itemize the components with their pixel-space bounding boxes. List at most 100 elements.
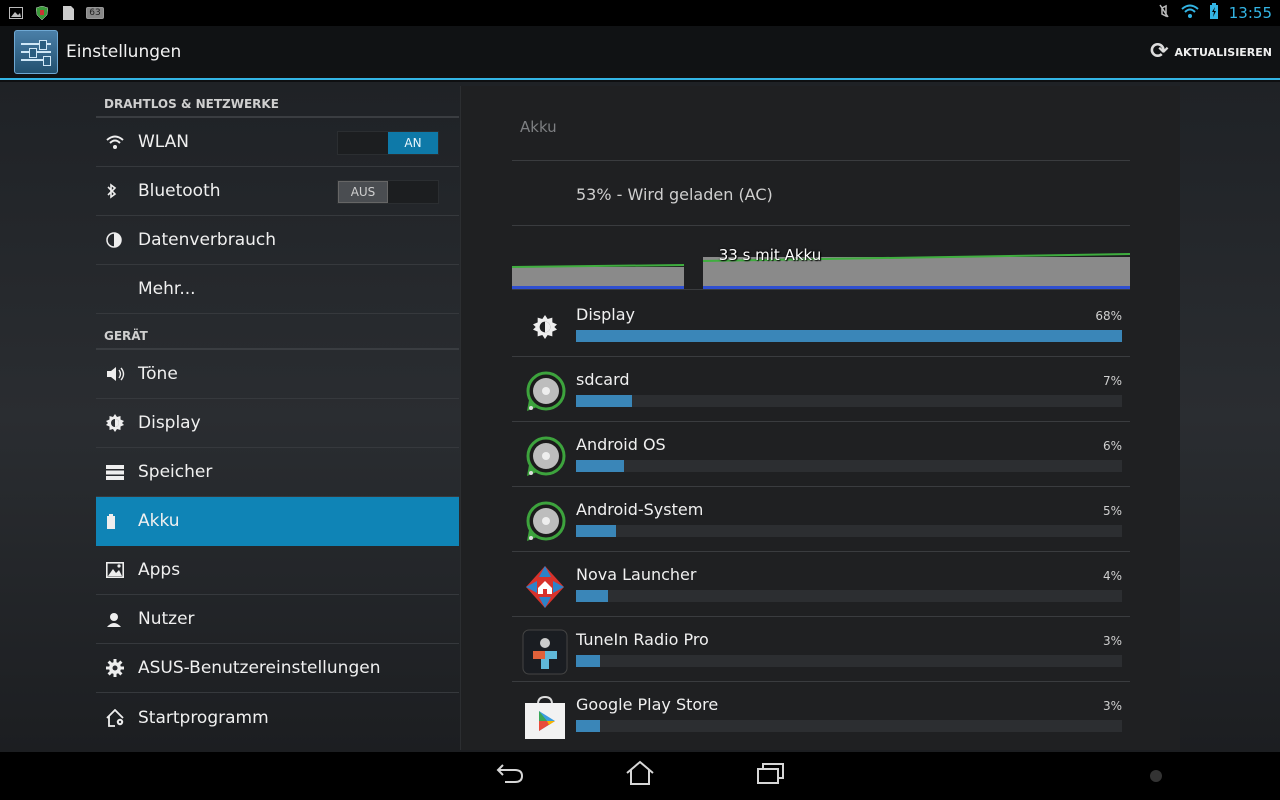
sdcard-icon	[60, 6, 76, 20]
menu-dot[interactable]	[1150, 770, 1162, 782]
wifi-icon	[106, 135, 138, 149]
sidebar-item-label: Speicher	[138, 462, 213, 482]
usage-bar-track	[576, 460, 1122, 472]
sidebar-item-speicher[interactable]: Speicher	[96, 448, 459, 497]
android-disc-icon	[522, 499, 568, 545]
sidebar-item-mehr[interactable]: Mehr...	[96, 265, 459, 314]
sidebar-item-datenverbrauch[interactable]: Datenverbrauch	[96, 216, 459, 265]
usage-row-display[interactable]: Display 68%	[512, 292, 1130, 357]
usage-bar-track	[576, 395, 1122, 407]
status-bar: 63 13:55	[0, 0, 1280, 26]
usage-percent: 68%	[1095, 309, 1122, 323]
graph-label: 33 s mit Akku	[718, 246, 822, 264]
page-title: Einstellungen	[66, 42, 182, 62]
usage-bar	[576, 395, 633, 407]
action-bar: Einstellungen ⟳ AKTUALISIEREN	[0, 26, 1280, 80]
apps-icon	[106, 562, 138, 578]
divider	[512, 160, 1130, 161]
back-button[interactable]	[485, 761, 535, 792]
brightness-icon	[106, 414, 138, 432]
storage-icon	[106, 464, 138, 480]
sidebar-item-apps[interactable]: Apps	[96, 546, 459, 595]
usage-row-sdcard[interactable]: sdcard 7%	[512, 357, 1130, 422]
sidebar-item-label: WLAN	[138, 132, 190, 152]
recent-apps-button[interactable]	[745, 761, 795, 792]
sidebar-item-label: Startprogramm	[138, 707, 269, 728]
play-store-icon	[522, 694, 568, 740]
usage-name: Google Play Store	[576, 695, 719, 714]
toggle-state: AN	[388, 132, 438, 154]
usage-percent: 5%	[1102, 504, 1122, 518]
usage-name: TuneIn Radio Pro	[576, 630, 709, 649]
shield-icon	[34, 6, 50, 20]
usage-bar-track	[576, 330, 1122, 342]
sidebar-item-akku[interactable]: Akku	[96, 497, 459, 546]
image-notification-icon	[8, 6, 24, 20]
usage-row-tunein[interactable]: TuneIn Radio Pro 3%	[512, 617, 1130, 682]
wifi-signal-icon	[1181, 4, 1199, 22]
usage-name: Android-System	[576, 500, 704, 519]
navigation-bar	[0, 752, 1280, 800]
settings-app-icon[interactable]	[14, 30, 58, 74]
usage-bar	[576, 655, 601, 667]
notification-count-badge: 63	[86, 7, 104, 19]
refresh-icon: ⟳	[1150, 39, 1169, 64]
pane-title: Akku	[520, 118, 557, 136]
home-gear-icon	[106, 708, 138, 727]
content-area: DRAHTLOS & NETZWERKE WLAN AN Bluetooth A…	[0, 82, 1280, 752]
gear-icon	[106, 659, 138, 677]
back-icon	[496, 763, 524, 783]
usage-percent: 7%	[1102, 374, 1122, 388]
home-button[interactable]	[615, 760, 665, 793]
sidebar-item-display[interactable]: Display	[96, 399, 459, 448]
mute-icon	[1157, 4, 1171, 22]
sidebar-item-nutzer[interactable]: Nutzer	[96, 595, 459, 644]
bluetooth-toggle[interactable]: AUS	[337, 180, 439, 204]
usage-name: Display	[576, 305, 635, 324]
usage-row-nova-launcher[interactable]: Nova Launcher 4%	[512, 552, 1130, 617]
refresh-button[interactable]: ⟳ AKTUALISIEREN	[1150, 41, 1272, 63]
brightness-icon	[522, 304, 568, 350]
home-icon	[626, 760, 654, 785]
battery-status: 53% - Wird geladen (AC)	[576, 185, 773, 204]
usage-bar	[576, 330, 1122, 342]
sidebar-item-label: ASUS-Benutzereinstellungen	[138, 658, 381, 678]
sidebar-item-label: Display	[138, 413, 201, 433]
wlan-toggle[interactable]: AN	[337, 131, 439, 155]
usage-bar-track	[576, 720, 1122, 732]
usage-name: Nova Launcher	[576, 565, 697, 584]
usage-percent: 3%	[1102, 699, 1122, 713]
section-header-wireless: DRAHTLOS & NETZWERKE	[96, 82, 459, 118]
refresh-label: AKTUALISIEREN	[1174, 45, 1272, 59]
sidebar-item-toene[interactable]: Töne	[96, 350, 459, 399]
sidebar-item-startprogramm[interactable]: Startprogramm	[96, 693, 459, 742]
recent-apps-icon	[757, 762, 784, 784]
battery-icon	[106, 513, 138, 529]
usage-name: sdcard	[576, 370, 630, 389]
android-disc-icon	[522, 369, 568, 415]
usage-percent: 3%	[1102, 634, 1122, 648]
sidebar-item-label: Bluetooth	[138, 181, 221, 201]
usage-percent: 6%	[1102, 439, 1122, 453]
bluetooth-icon	[106, 183, 138, 199]
battery-detail-pane: Akku 53% - Wird geladen (AC) 33 s mit Ak…	[460, 86, 1180, 750]
usage-bar-track	[576, 525, 1122, 537]
usage-row-android-os[interactable]: Android OS 6%	[512, 422, 1130, 487]
usage-row-play-store[interactable]: Google Play Store 3%	[512, 682, 1130, 747]
usage-bar-track	[576, 655, 1122, 667]
usage-bar	[576, 525, 617, 537]
nova-launcher-icon	[522, 564, 568, 610]
sidebar-item-wlan[interactable]: WLAN AN	[96, 118, 459, 167]
divider	[512, 225, 1130, 226]
sidebar-item-bluetooth[interactable]: Bluetooth AUS	[96, 167, 459, 216]
usage-bar-track	[576, 590, 1122, 602]
tunein-icon	[522, 629, 568, 675]
usage-percent: 4%	[1102, 569, 1122, 583]
toggle-state: AUS	[338, 181, 388, 203]
sound-icon	[106, 366, 138, 382]
user-icon	[106, 611, 138, 627]
sidebar-item-label: Töne	[138, 364, 178, 384]
usage-row-android-system[interactable]: Android-System 5%	[512, 487, 1130, 552]
sidebar-item-asus-settings[interactable]: ASUS-Benutzereinstellungen	[96, 644, 459, 693]
usage-bar	[576, 720, 601, 732]
